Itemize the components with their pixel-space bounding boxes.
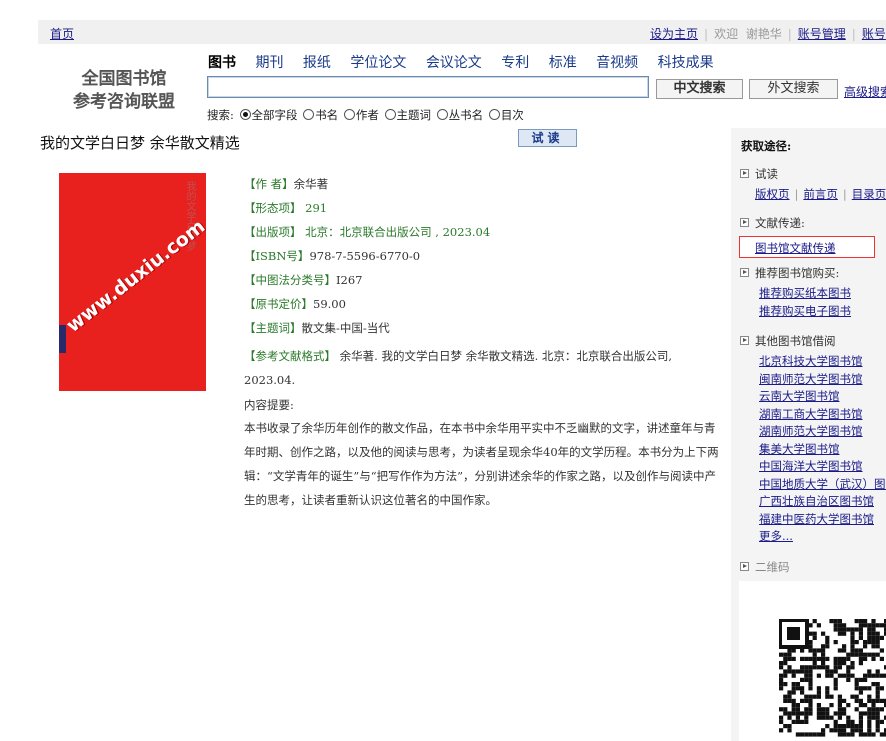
search-options-label: 搜索:: [207, 108, 234, 122]
library-link[interactable]: 广西壮族自治区图书馆: [759, 493, 886, 511]
account-link-2[interactable]: 账号: [862, 27, 886, 41]
qr-area: [739, 581, 886, 741]
search-field-options: 搜索: 全部字段 书名 作者 主题词 丛书名 目次: [207, 107, 524, 123]
meta-pages: 【形态项】 291: [244, 201, 328, 215]
tab-standards[interactable]: 标准: [549, 55, 577, 71]
qr-code-icon: [779, 619, 886, 737]
user-name: 谢艳华: [745, 27, 782, 41]
book-metadata: 【作 者】余华著 【形态项】 291 【出版项】 北京：北京联合出版公司 , 2…: [244, 176, 726, 512]
meta-isbn: 【ISBN号】978-7-5596-6770-0: [244, 249, 421, 263]
tab-patents[interactable]: 专利: [501, 55, 529, 71]
meta-price: 【原书定价】59.00: [244, 297, 346, 311]
meta-subject: 【主题词】散文集-中国-当代: [244, 321, 390, 335]
tab-tech-achievements[interactable]: 科技成果: [658, 55, 714, 71]
library-link[interactable]: 湖南工商大学图书馆: [759, 406, 886, 424]
library-link[interactable]: 中国地质大学（武汉）图书馆: [759, 476, 886, 494]
tab-journals[interactable]: 期刊: [255, 55, 283, 71]
book-title: 我的文学白日梦 余华散文精选: [40, 134, 240, 152]
preface-page-link[interactable]: 前言页: [803, 187, 838, 201]
logo-line-2: 参考咨询联盟: [73, 92, 175, 112]
top-right-links: 设为主页 | 欢迎 谢艳华 | 账号管理 | 账号: [650, 27, 886, 41]
summary-text: 本书收录了余华历年创作的散文作品，在本书中余华用平实中不乏幽默的文字，讲述童年与…: [244, 421, 719, 507]
library-link[interactable]: 闽南师范大学图书馆: [759, 371, 886, 389]
recommend-paper-link[interactable]: 推荐购买纸本图书: [759, 285, 851, 303]
library-list: 北京科技大学图书馆 闽南师范大学图书馆 云南大学图书馆 湖南工商大学图书馆 湖南…: [759, 353, 886, 546]
try-read-button[interactable]: 试读: [518, 129, 577, 147]
category-tabs: 图书 期刊 报纸 学位论文 会议论文 专利 标准 音视频 科技成果: [208, 52, 729, 72]
tab-books[interactable]: 图书: [208, 55, 236, 71]
try-read-links: 版权页 | 前言页 | 目录页: [755, 187, 886, 201]
sidebar-heading: 获取途径:: [741, 139, 792, 153]
radio-toc[interactable]: [488, 109, 500, 120]
library-doc-delivery-link[interactable]: 图书馆文献传递: [755, 240, 836, 256]
expand-icon[interactable]: [740, 562, 749, 571]
radio-subject[interactable]: [384, 109, 396, 120]
section-other-libraries: 其他图书馆借阅: [740, 333, 836, 349]
home-link[interactable]: 首页: [50, 25, 74, 42]
site-logo[interactable]: 全国图书馆 参考咨询联盟: [60, 68, 188, 114]
library-link[interactable]: 集美大学图书馆: [759, 441, 886, 459]
option-author: 作者: [355, 108, 379, 122]
welcome-text: 欢迎: [714, 27, 739, 41]
cover-bookmark-tab: [59, 325, 66, 353]
set-home-link[interactable]: 设为主页: [650, 27, 698, 41]
radio-title[interactable]: [303, 109, 315, 120]
tab-theses[interactable]: 学位论文: [350, 55, 406, 71]
advanced-search-link[interactable]: 高级搜索: [844, 83, 886, 100]
foreign-search-button[interactable]: 外文搜索: [749, 79, 838, 99]
section-qr-code: 二维码: [740, 559, 790, 575]
library-link[interactable]: 北京科技大学图书馆: [759, 353, 886, 371]
tab-newspapers[interactable]: 报纸: [303, 55, 331, 71]
tab-audio-video[interactable]: 音视频: [596, 55, 638, 71]
summary-label: 内容提要:: [244, 398, 294, 412]
library-link[interactable]: 福建中医药大学图书馆: [759, 511, 886, 529]
section-doc-delivery: 文献传递:: [740, 215, 805, 231]
radio-all-fields[interactable]: [239, 109, 251, 120]
expand-icon[interactable]: [740, 336, 749, 345]
account-manage-link[interactable]: 账号管理: [798, 27, 846, 41]
meta-classification: 【中图法分类号】I267: [244, 273, 363, 287]
book-cover[interactable]: 我的文学白日梦 www.duxiu.com: [59, 173, 206, 391]
library-link[interactable]: 云南大学图书馆: [759, 388, 886, 406]
expand-icon[interactable]: [740, 169, 749, 178]
meta-publisher: 【出版项】 北京：北京联合出版公司 , 2023.04: [244, 225, 491, 239]
library-link[interactable]: 中国海洋大学图书馆: [759, 458, 886, 476]
logo-line-1: 全国图书馆: [81, 69, 167, 89]
expand-icon[interactable]: [740, 218, 749, 227]
section-try-read: 试读: [740, 166, 778, 182]
library-link[interactable]: 湖南师范大学图书馆: [759, 423, 886, 441]
option-series: 丛书名: [448, 108, 484, 122]
chinese-search-button[interactable]: 中文搜索: [656, 79, 743, 99]
top-bar: 首页 设为主页 | 欢迎 谢艳华 | 账号管理 | 账号: [38, 20, 886, 44]
section-recommend-purchase: 推荐图书馆购买:: [740, 265, 839, 281]
acquisition-sidebar: 获取途径: 试读 版权页 | 前言页 | 目录页 文献传递: 图书馆文献传递 推荐图书馆…: [731, 128, 886, 741]
recommend-ebook-link[interactable]: 推荐购买电子图书: [759, 303, 851, 321]
toc-page-link[interactable]: 目录页: [852, 187, 886, 201]
recommend-links: 推荐购买纸本图书 推荐购买电子图书: [759, 285, 851, 320]
tab-conference-papers[interactable]: 会议论文: [426, 55, 482, 71]
radio-author[interactable]: [343, 109, 355, 120]
option-all-fields: 全部字段: [251, 108, 298, 122]
doc-delivery-highlight: 图书馆文献传递: [739, 236, 875, 258]
meta-citation: 【参考文献格式】 余华著. 我的文学白日梦 余华散文精选. 北京：北京联合出版公…: [244, 349, 673, 387]
radio-series[interactable]: [436, 109, 448, 120]
meta-author: 【作 者】余华著: [244, 177, 329, 191]
search-input[interactable]: [207, 76, 649, 98]
copyright-page-link[interactable]: 版权页: [755, 187, 790, 201]
expand-icon[interactable]: [740, 268, 749, 277]
option-title: 书名: [315, 108, 339, 122]
option-subject: 主题词: [396, 108, 432, 122]
option-toc: 目次: [500, 108, 524, 122]
more-libraries-link[interactable]: 更多...: [759, 528, 886, 546]
